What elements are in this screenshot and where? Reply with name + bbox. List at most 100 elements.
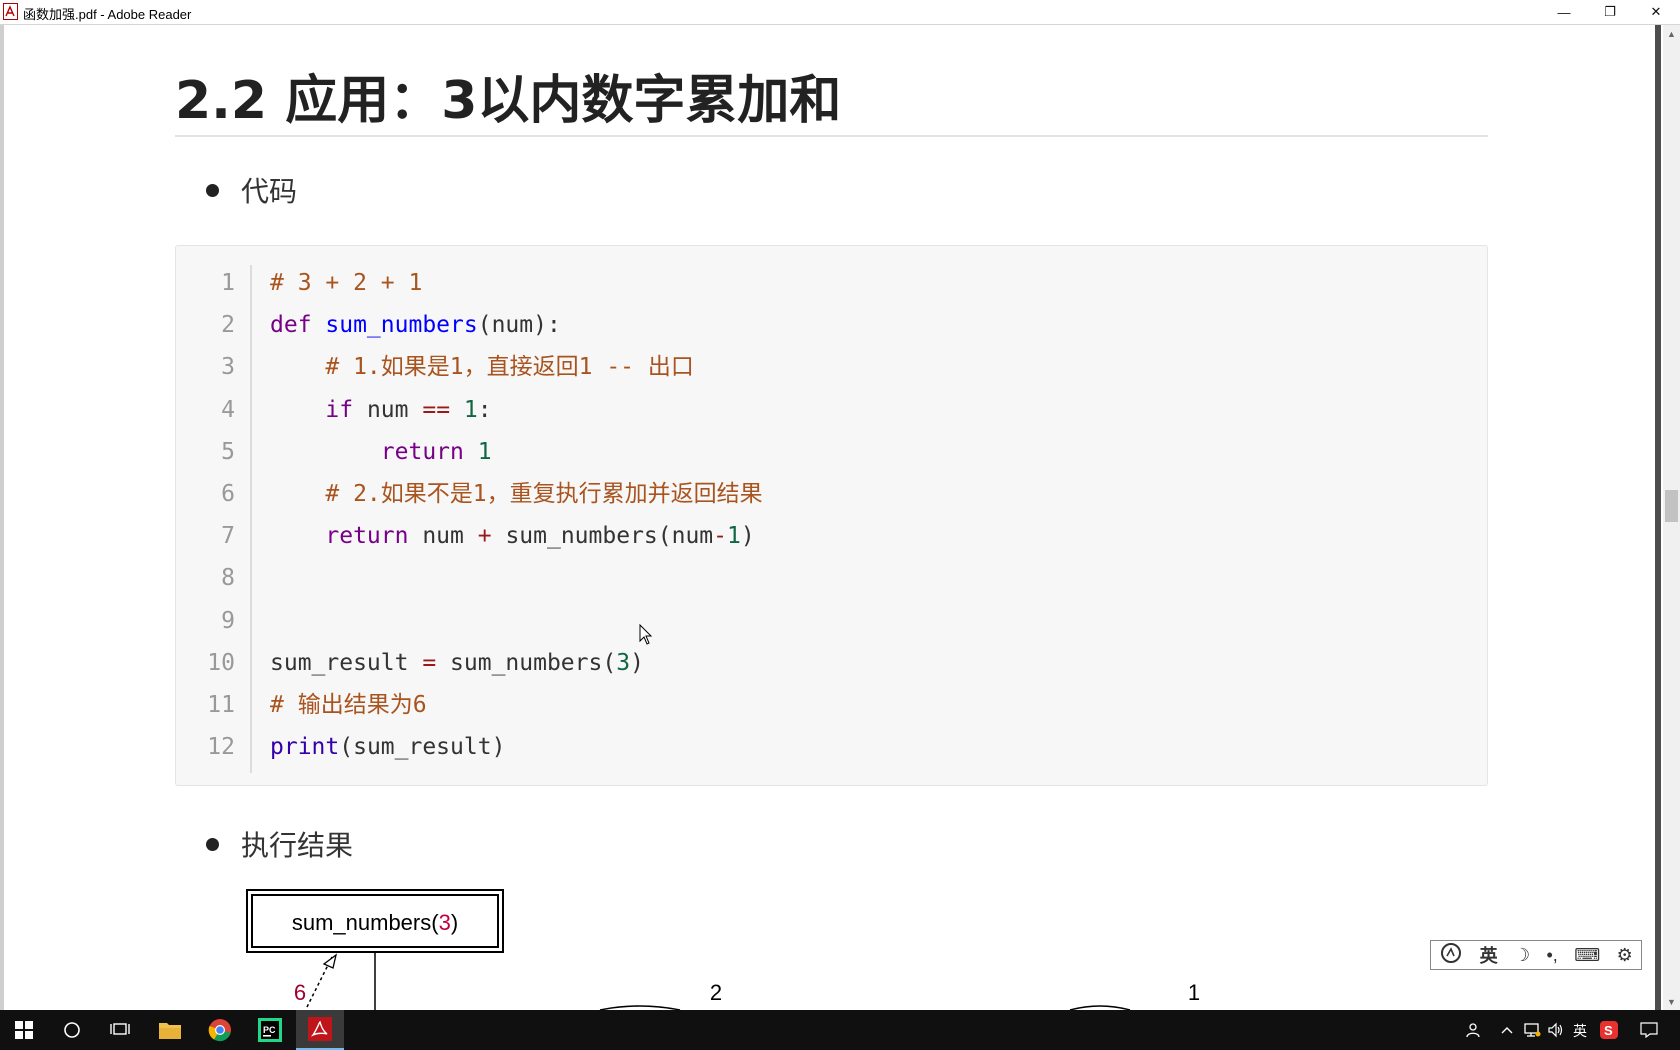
file-explorer-button[interactable] [144,1010,196,1050]
scroll-up-icon[interactable]: ▲ [1663,25,1680,42]
line-number: 12 [207,734,235,760]
keyboard-icon[interactable]: ⌨ [1574,945,1600,966]
minimize-button[interactable]: — [1541,0,1587,24]
code-token: (sum_result) [339,734,506,760]
punctuation-icon[interactable]: •, [1547,945,1558,966]
bullet-dot [206,184,219,197]
bullet-result-label: 执行结果 [241,829,354,862]
code-token: 1 [727,523,741,549]
ime-toolbar[interactable]: 英 ☽ •, ⌨ ⚙ [1430,940,1642,970]
code-token: 3 [616,650,631,676]
adobe-reader-taskbar-button[interactable] [296,1010,344,1050]
code-token: def [270,312,326,338]
restore-button[interactable]: ❐ [1587,0,1633,24]
code-token: # 2.如果不是1，重复执行累加并返回结果 [325,481,763,507]
ime-language-toggle[interactable]: 英 [1480,942,1498,968]
code-token: ) [740,523,755,549]
code-token: # 1.如果是1，直接返回1 -- 出口 [325,354,694,380]
return-arrow-head [322,953,338,969]
code-token: = [422,650,437,676]
line-number: 10 [207,650,235,676]
line-number: 9 [221,608,235,634]
scrollbar-thumb[interactable] [1665,490,1678,522]
code-line: # 1.如果是1，直接返回1 -- 出口 [270,353,694,381]
right-frame-edge [1655,25,1661,1010]
code-token: - [713,523,728,549]
settings-gear-icon[interactable]: ⚙ [1617,945,1633,966]
step-label-1: 1 [1188,980,1200,1005]
code-token: (num): [477,312,561,338]
line-number: 8 [221,565,235,591]
code-token: num [408,523,478,549]
code-token: 1 [477,439,492,465]
code-token: + [477,523,492,549]
minimize-icon: — [1557,4,1571,20]
code-line: if num == 1: [270,396,492,424]
return-value-label: 6 [294,980,306,1005]
code-token: sum_numbers( [436,650,617,676]
code-token: ) [630,650,644,676]
code-line: # 3 + 2 + 1 [270,269,422,297]
line-number: 7 [221,523,235,549]
code-line: # 2.如果不是1，重复执行累加并返回结果 [270,480,763,508]
sogou-ime-icon[interactable]: S [1597,1010,1621,1050]
notification-center-icon[interactable] [1634,1010,1664,1050]
chrome-button[interactable] [196,1010,244,1050]
chevron-up-icon[interactable] [1496,1010,1518,1050]
page-title: 2.2 应用：3以内数字累加和 [175,71,842,131]
taskbar: PC 英 S [0,1010,1680,1050]
step-label-2: 2 [710,980,722,1005]
windows-logo-icon [15,1021,33,1039]
code-line: def sum_numbers(num): [270,311,561,339]
bullet-dot [206,838,219,851]
close-icon: ✕ [1650,4,1662,19]
vertical-scrollbar[interactable]: ▲ ▼ [1663,25,1680,1010]
restore-icon: ❐ [1604,4,1616,19]
adobe-reader-icon [3,3,18,20]
title-divider [175,135,1488,137]
people-icon[interactable] [1460,1010,1486,1050]
code-line: return num + sum_numbers(num-1) [270,522,755,550]
pycharm-button[interactable]: PC [244,1010,296,1050]
line-number: 4 [221,397,235,423]
input-language-indicator[interactable]: 英 [1573,1021,1587,1041]
task-view-button[interactable] [96,1010,144,1050]
scroll-down-icon[interactable]: ▼ [1663,993,1680,1010]
acrobat-icon [308,1017,332,1041]
code-token: sum_numbers [325,312,478,338]
title-bar: 函数加强.pdf - Adobe Reader — ❐ ✕ [0,0,1680,25]
pycharm-icon: PC [258,1018,282,1042]
svg-text:PC: PC [263,1025,276,1035]
chrome-icon [208,1019,231,1042]
code-token: if [325,397,354,423]
execution-diagram: sum_numbers(3) 6 2 1 [246,889,1200,1010]
code-token: sum_result [270,650,423,676]
left-frame-edge [0,25,4,1010]
code-token: return [380,439,464,465]
window-title: 函数加强.pdf - Adobe Reader [23,7,192,22]
code-token: == [422,397,451,423]
folder-icon [159,1023,181,1039]
start-button[interactable] [0,1010,48,1050]
close-button[interactable]: ✕ [1633,0,1679,24]
code-line: print(sum_result) [270,733,505,761]
code-token: : [477,397,492,423]
volume-icon[interactable] [1545,1010,1567,1050]
code-token: # 3 + 2 + 1 [270,270,423,296]
moon-icon[interactable]: ☽ [1514,945,1530,966]
code-line: # 输出结果为6 [270,691,427,719]
code-line: return 1 [270,438,492,466]
line-number: 3 [221,354,235,380]
search-circle-icon [64,1022,80,1038]
ime-logo-icon[interactable] [1439,941,1463,970]
code-token: num [353,397,423,423]
line-number: 6 [221,481,235,507]
search-button[interactable] [48,1010,96,1050]
network-icon[interactable] [1520,1010,1544,1050]
